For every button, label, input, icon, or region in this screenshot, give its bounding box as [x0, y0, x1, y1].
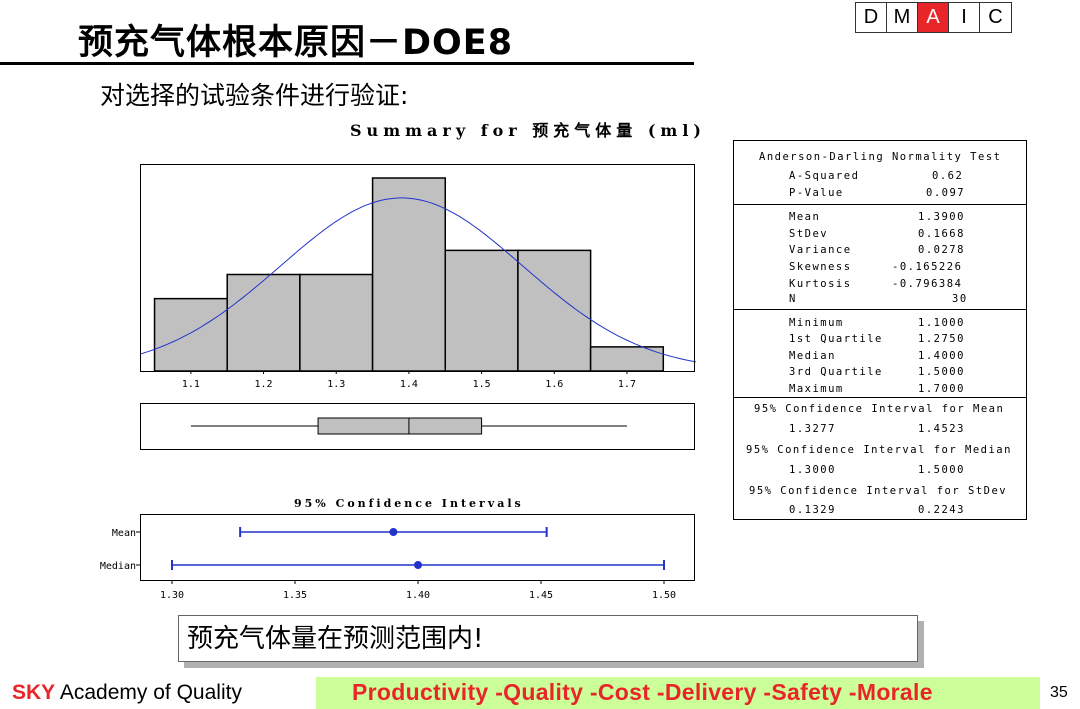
stat-value: -0.165226 [892, 261, 963, 273]
ci-chart: Mean Median 1.30 1.35 1.40 1.45 1.50 [100, 514, 695, 601]
ci-x-tick-label: 1.40 [406, 590, 430, 601]
stat-label: Variance [789, 244, 852, 256]
ci-mean-low: 1.3277 [789, 423, 836, 435]
ci-median-high: 1.5000 [918, 464, 965, 476]
stat-value: 1.3900 [918, 211, 965, 223]
ci-median-low: 1.3000 [789, 464, 836, 476]
ci-x-tick-label: 1.30 [160, 590, 184, 601]
dmaic-step-i: I [949, 3, 980, 32]
histogram-chart: 1.1 1.2 1.3 1.4 1.5 1.6 1.7 [140, 164, 696, 390]
histogram-bar [299, 273, 374, 372]
stat-value: 30 [952, 293, 968, 305]
stat-label: A-Squared [789, 170, 860, 182]
page-title: 预充气体根本原因－DOE8 [78, 23, 514, 63]
ci-point-estimate [414, 561, 422, 569]
stat-label: Median [789, 350, 836, 362]
stat-label: 1st Quartile [789, 333, 883, 345]
stat-value: 0.0278 [918, 244, 965, 256]
ad-test-title: Anderson-Darling Normality Test [759, 151, 1002, 163]
stat-label: N [789, 293, 797, 305]
stats-panel: Anderson-Darling Normality Test A-Square… [733, 140, 1027, 520]
ci-point-estimate [389, 528, 398, 536]
footer-org: SKY Academy of Quality [12, 681, 242, 705]
ci-x-tick-label: 1.50 [652, 590, 676, 601]
ci-mean-high: 1.4523 [918, 423, 965, 435]
histogram-bar [153, 297, 228, 372]
histogram-bar [371, 177, 447, 372]
stat-value: -0.796384 [892, 278, 963, 290]
stat-label: Kurtosis [789, 278, 852, 290]
conclusion-box: 预充气体量在预测范围内! [178, 615, 918, 662]
stat-value: 0.62 [932, 170, 964, 182]
boxplot-box [317, 417, 483, 435]
dmaic-step-m: M [887, 3, 918, 32]
ci-stdev-low: 0.1329 [789, 504, 836, 516]
ci-stdev-title: 95% Confidence Interval for StDev [749, 485, 1008, 497]
x-tick-label: 1.4 [400, 379, 418, 390]
stats-divider [734, 397, 1026, 398]
dmaic-step-c: C [988, 6, 1003, 28]
stat-label: Skewness [789, 261, 852, 273]
ci-frame [140, 514, 695, 581]
stat-label: Maximum [789, 383, 844, 395]
x-tick-label: 1.2 [255, 379, 273, 390]
page-number: 35 [1050, 684, 1068, 701]
stats-divider [734, 309, 1026, 310]
ci-row-label: Mean [112, 528, 136, 539]
ci-stdev-high: 0.2243 [918, 504, 965, 516]
brand-name: SKY [12, 681, 56, 704]
stat-label: Mean [789, 211, 821, 223]
dmaic-step-d: D [856, 3, 887, 32]
boxplot-chart [140, 403, 695, 450]
ci-row-label: Median [100, 561, 136, 572]
ci-x-tick-label: 1.35 [283, 590, 307, 601]
stat-value: 1.1000 [918, 317, 965, 329]
x-tick-label: 1.3 [327, 379, 345, 390]
ci-median-title: 95% Confidence Interval for Median [746, 444, 1012, 456]
stat-value: 1.5000 [918, 366, 965, 378]
histogram-bar [226, 273, 301, 372]
stat-value: 0.097 [926, 187, 966, 199]
stat-value: 0.1668 [918, 228, 965, 240]
footer-slogan: Productivity -Quality -Cost -Delivery -S… [352, 679, 933, 705]
chart-title: Summary for 预充气体量 (ml) [350, 121, 706, 140]
stat-label: Minimum [789, 317, 844, 329]
stat-value: 1.2750 [918, 333, 965, 345]
stat-value: 1.7000 [918, 383, 965, 395]
dmaic-indicator: D M A I C [855, 2, 1012, 33]
stats-divider [734, 204, 1026, 205]
histogram-bar [444, 249, 519, 372]
title-underline [0, 62, 694, 65]
ci-mean-title: 95% Confidence Interval for Mean [754, 403, 1005, 415]
x-tick-label: 1.6 [545, 379, 563, 390]
ci-x-tick-label: 1.45 [529, 590, 553, 601]
stat-label: P-Value [789, 187, 844, 199]
dmaic-step-a: A [918, 3, 949, 32]
stat-value: 1.4000 [918, 350, 965, 362]
subtitle: 对选择的试验条件进行验证: [100, 81, 409, 110]
histogram-bar [517, 249, 592, 372]
org-name: Academy of Quality [55, 681, 242, 704]
x-tick-label: 1.7 [618, 379, 636, 390]
x-tick-label: 1.5 [473, 379, 491, 390]
stat-label: 3rd Quartile [789, 366, 883, 378]
x-tick-label: 1.1 [182, 379, 200, 390]
ci-chart-title: 95% Confidence Intervals [294, 497, 524, 510]
stat-label: StDev [789, 228, 829, 240]
